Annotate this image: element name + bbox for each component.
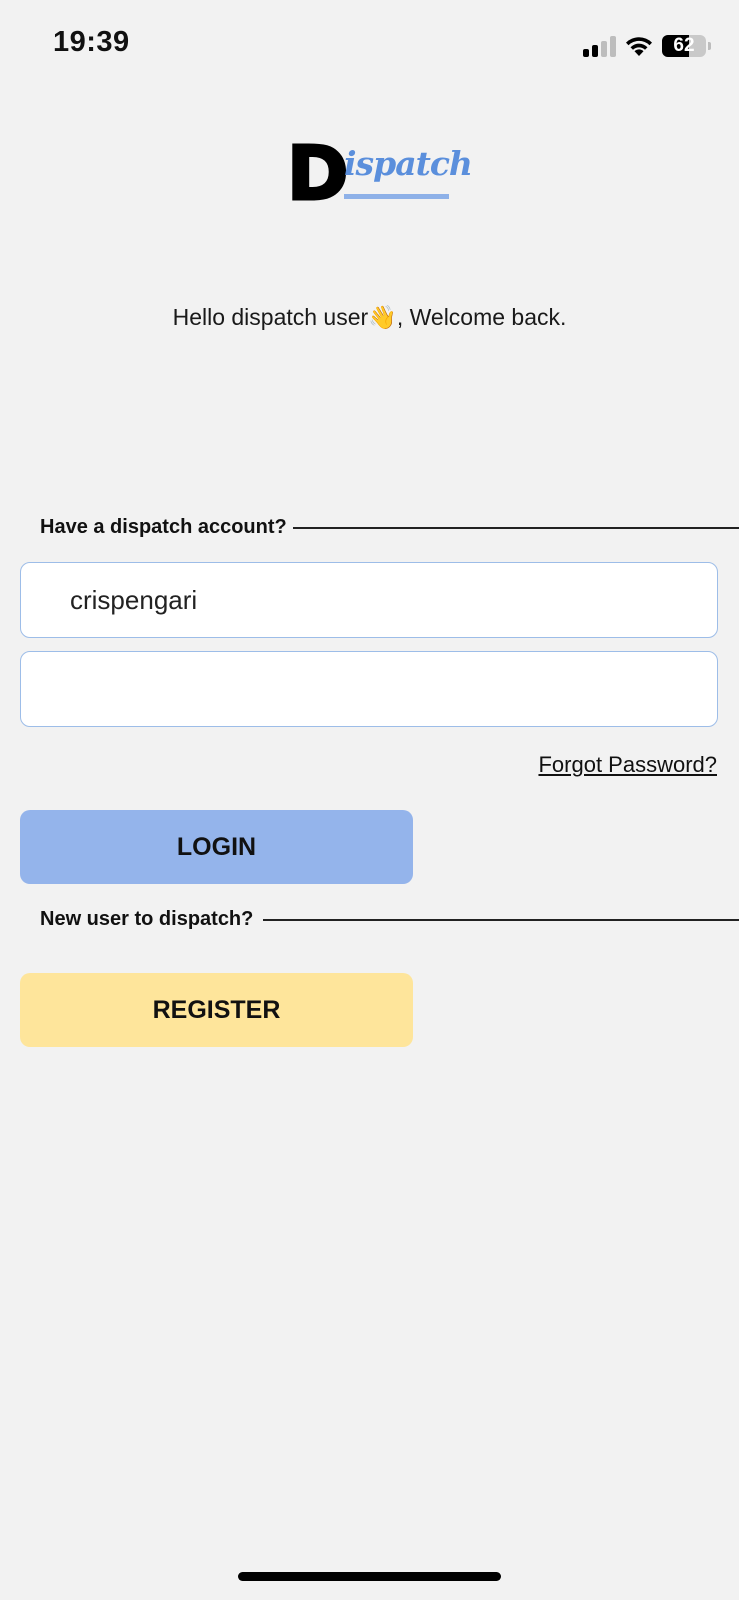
battery-icon: 62 — [662, 35, 706, 57]
waving-hand-icon: 👋 — [368, 304, 397, 330]
home-indicator[interactable] — [238, 1572, 501, 1581]
welcome-greeting: Hello dispatch user👋, Welcome back. — [0, 304, 739, 331]
password-input[interactable] — [20, 651, 718, 727]
battery-tip — [708, 42, 711, 50]
login-section-divider — [293, 527, 739, 529]
status-time: 19:39 — [53, 26, 130, 58]
register-section-heading: New user to dispatch? — [40, 908, 254, 930]
greeting-text-start: Hello dispatch user — [172, 304, 369, 330]
app-logo: D ispatch — [285, 131, 472, 217]
register-button[interactable]: REGISTER — [20, 973, 413, 1047]
login-section-header: Have a dispatch account? — [40, 516, 287, 539]
login-section-heading: Have a dispatch account? — [40, 516, 287, 538]
logo-underline — [344, 194, 449, 199]
username-input[interactable] — [20, 562, 718, 638]
register-section-divider — [263, 919, 739, 921]
forgot-password-link[interactable]: Forgot Password? — [538, 752, 717, 778]
status-icons: 62 — [583, 31, 711, 61]
logo-text: ispatch — [344, 144, 473, 183]
register-section-header: New user to dispatch? — [40, 908, 253, 931]
battery-level: 62 — [673, 35, 695, 56]
wifi-icon — [626, 37, 652, 56]
login-button[interactable]: LOGIN — [20, 810, 413, 884]
logo-letter: D — [285, 131, 349, 217]
greeting-text-end: , Welcome back. — [396, 304, 567, 330]
cellular-signal-icon — [583, 35, 616, 57]
